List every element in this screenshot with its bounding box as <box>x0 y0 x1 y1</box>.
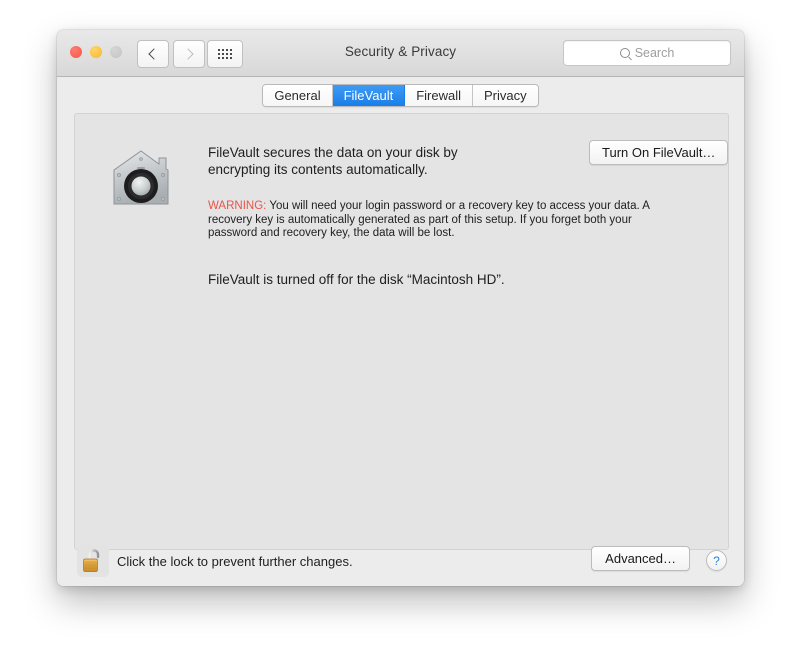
tab-filevault[interactable]: FileVault <box>333 85 406 106</box>
system-preferences-window: Security & Privacy Search General FileVa… <box>57 30 744 586</box>
window-titlebar: Security & Privacy Search <box>57 30 744 77</box>
warning-label: WARNING: <box>208 200 266 212</box>
unlocked-padlock-icon <box>82 548 104 574</box>
tab-bar: General FileVault Firewall Privacy <box>262 84 538 107</box>
tab-firewall[interactable]: Firewall <box>405 85 473 106</box>
filevault-status: FileVault is turned off for the disk “Ma… <box>208 272 505 287</box>
filevault-headline: FileVault secures the data on your disk … <box>208 144 508 178</box>
turn-on-filevault-button[interactable]: Turn On FileVault… <box>589 140 728 165</box>
tab-bar-container: General FileVault Firewall Privacy <box>57 77 744 113</box>
tab-privacy[interactable]: Privacy <box>473 85 538 106</box>
warning-text: You will need your login password or a r… <box>208 200 649 239</box>
filevault-warning: WARNING: You will need your login passwo… <box>208 200 651 241</box>
search-icon <box>620 48 630 58</box>
advanced-button[interactable]: Advanced… <box>591 546 690 571</box>
tab-general[interactable]: General <box>263 85 332 106</box>
lock-button[interactable] <box>77 545 109 577</box>
search-placeholder: Search <box>635 46 675 60</box>
help-button[interactable]: ? <box>706 550 727 571</box>
filevault-panel: FileVault secures the data on your disk … <box>74 113 729 550</box>
lock-message: Click the lock to prevent further change… <box>117 554 353 569</box>
preferences-bottom-bar: Click the lock to prevent further change… <box>57 548 744 586</box>
search-input[interactable]: Search <box>563 40 731 66</box>
filevault-safe-icon <box>109 147 173 209</box>
